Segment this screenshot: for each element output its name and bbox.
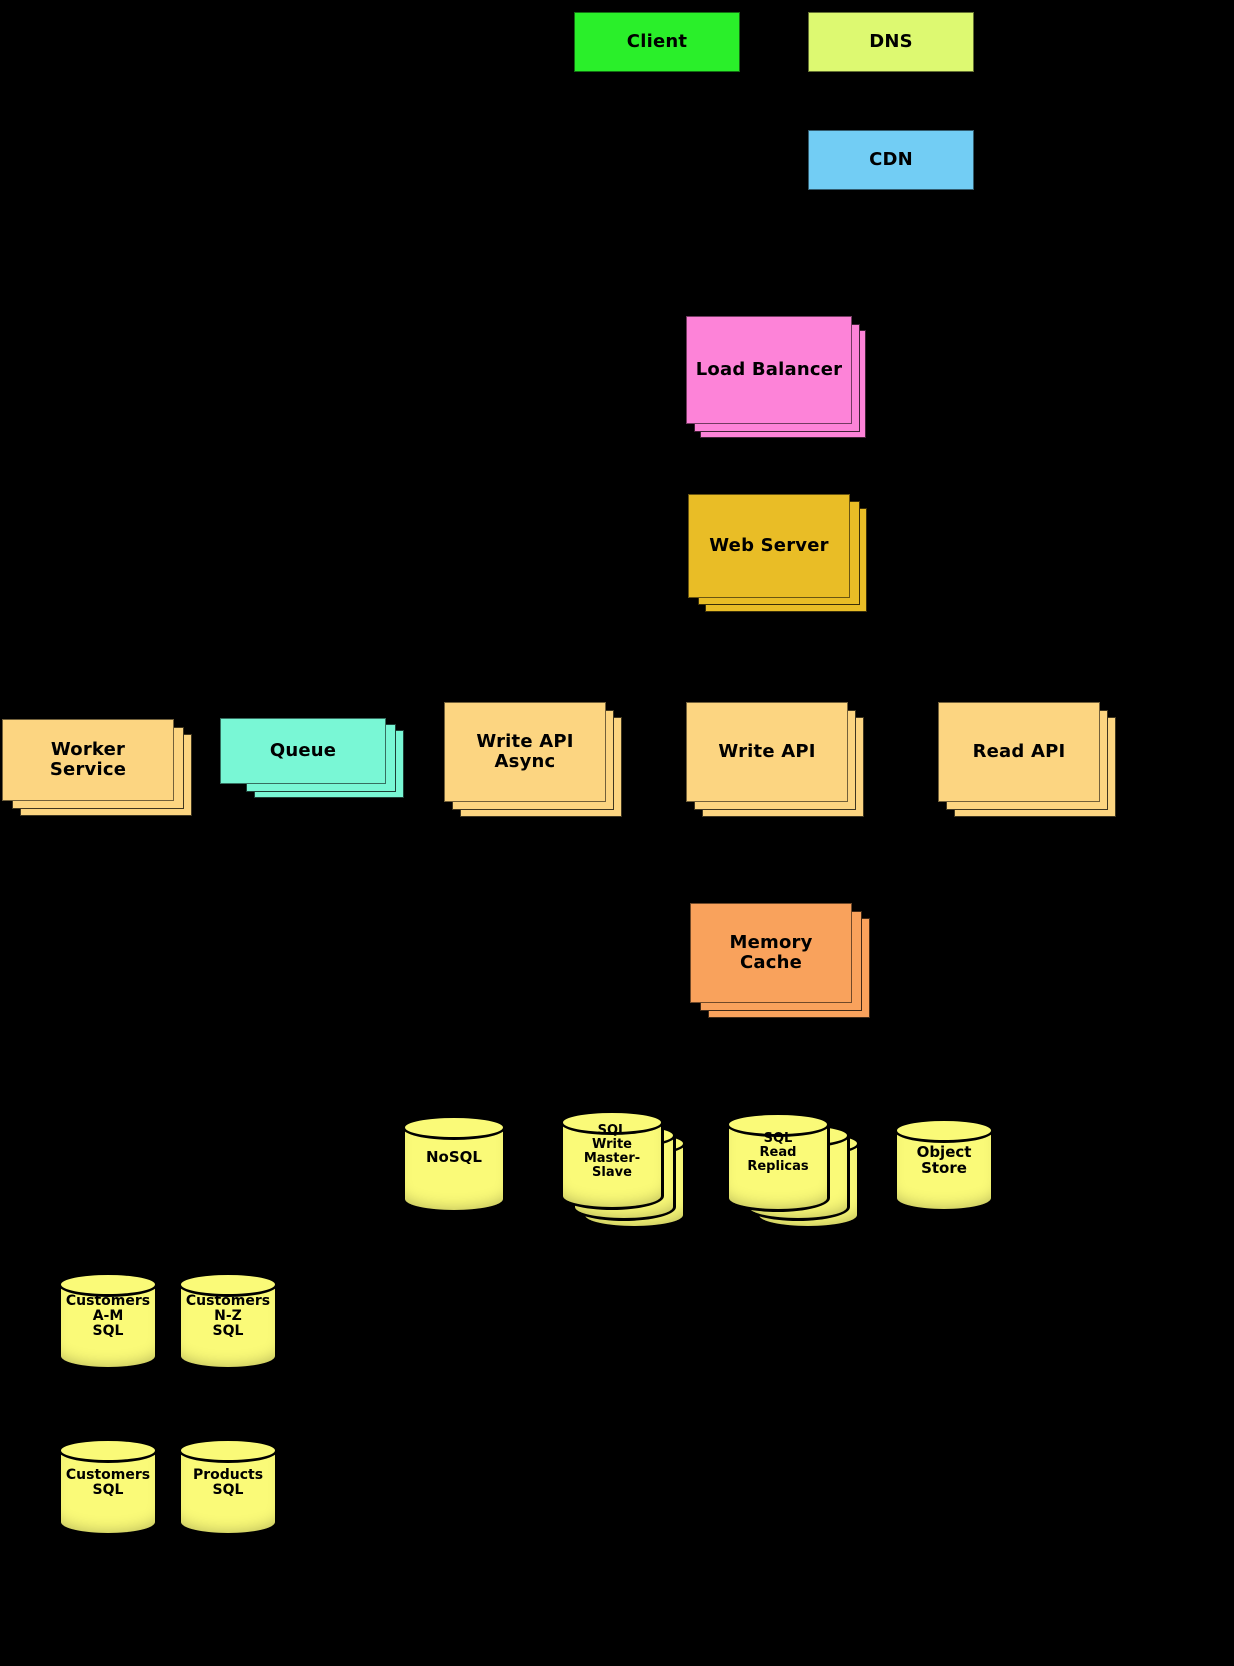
node-load-balancer-label: Load Balancer [695,358,843,380]
node-worker-service[interactable]: Worker Service [2,719,174,801]
node-load-balancer[interactable]: Load Balancer [686,316,852,424]
database-customers-sql-label: Customers SQL [65,1467,151,1499]
node-memory-cache-label: Memory Cache [729,931,813,973]
node-read-api[interactable]: Read API [938,702,1100,802]
node-worker-service-label: Worker Service [49,738,127,780]
database-products-sql-label: Products SQL [192,1467,264,1499]
database-object-store-top [894,1118,994,1143]
database-customers-a-m-sql[interactable]: Customers A-M SQL [58,1272,158,1370]
database-object-store-label: Object Store [916,1143,972,1178]
node-write-api-label: Write API [718,740,816,762]
database-products-sql-top [178,1438,278,1463]
node-dns[interactable]: DNS [808,12,974,72]
database-sql-write-label: SQL Write Master- Slave [583,1123,641,1181]
database-customers-sql[interactable]: Customers SQL [58,1438,158,1536]
node-web-server[interactable]: Web Server [688,494,850,598]
node-dns-label: DNS [869,30,913,52]
node-cdn[interactable]: CDN [808,130,974,190]
node-memory-cache[interactable]: Memory Cache [690,903,852,1003]
database-customers-sql-top [58,1438,158,1463]
node-cdn-label: CDN [869,148,913,170]
database-nosql-top [402,1115,506,1140]
database-customers-a-m-label: Customers A-M SQL [65,1293,151,1340]
database-object-store[interactable]: Object Store [894,1118,994,1212]
node-queue[interactable]: Queue [220,718,386,784]
node-client-label: Client [626,30,688,52]
database-customers-n-z-label: Customers N-Z SQL [185,1293,271,1340]
database-sql-write-master-slave[interactable]: SQL Write Master- Slave [560,1110,664,1210]
database-customers-n-z-sql[interactable]: Customers N-Z SQL [178,1272,278,1370]
node-write-api[interactable]: Write API [686,702,848,802]
database-nosql-label: NoSQL [426,1148,482,1166]
database-nosql[interactable]: NoSQL [402,1115,506,1213]
database-sql-read-replicas[interactable]: SQL Read Replicas [726,1112,830,1212]
node-write-api-async-label: Write API Async [476,730,574,772]
architecture-diagram-canvas: Client DNS CDN Load Balancer Web Server … [0,0,1234,1666]
node-write-api-async[interactable]: Write API Async [444,702,606,802]
node-queue-label: Queue [269,739,337,761]
database-sql-read-label: SQL Read Replicas [747,1131,809,1175]
node-web-server-label: Web Server [709,534,829,556]
database-products-sql[interactable]: Products SQL [178,1438,278,1536]
node-client[interactable]: Client [574,12,740,72]
node-read-api-label: Read API [972,740,1066,762]
